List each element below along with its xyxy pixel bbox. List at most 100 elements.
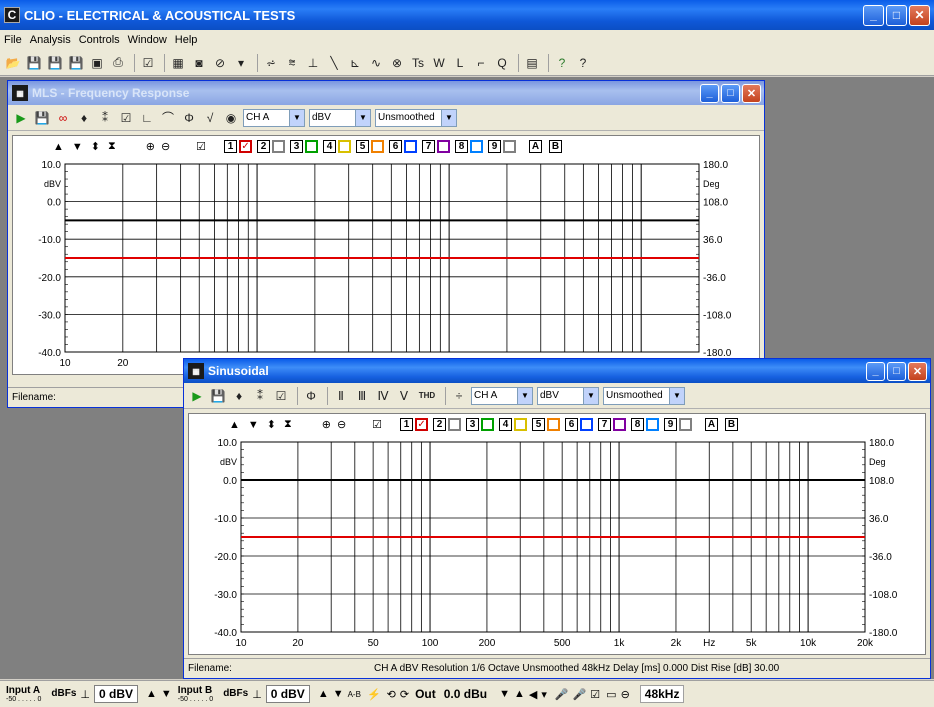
- sin-expand-icon[interactable]: ⬍: [267, 418, 276, 431]
- mls-overlay-checkbox[interactable]: [371, 140, 385, 153]
- sin-zoom-out-icon[interactable]: ⊖: [337, 418, 346, 431]
- sin-unit-select[interactable]: dBV ▼: [537, 386, 599, 405]
- config-icon[interactable]: ☑: [590, 688, 600, 701]
- mls-settings-icon[interactable]: ☑: [117, 109, 135, 127]
- mls-overlay-checkbox[interactable]: ✓: [239, 140, 253, 153]
- mls-titlebar[interactable]: ▦ MLS - Frequency Response _ □ ✕: [8, 81, 764, 105]
- sin-overlay-1[interactable]: 1 ✓: [400, 418, 429, 431]
- loop-b-icon[interactable]: ⟳: [400, 688, 409, 701]
- mls-down-arrow-icon[interactable]: ▼: [72, 141, 83, 153]
- device-icon[interactable]: ▭: [606, 688, 616, 701]
- input-b-down-icon[interactable]: ▼: [333, 688, 344, 700]
- sin-overlay-2[interactable]: 2: [433, 418, 462, 431]
- mls-overlay-checkbox[interactable]: [470, 140, 484, 153]
- context-help-icon[interactable]: ?: [574, 54, 592, 72]
- help-icon[interactable]: ?: [553, 54, 571, 72]
- mls-main-checkbox[interactable]: ☑: [196, 140, 206, 153]
- mls-compress-icon[interactable]: ⧗: [108, 140, 116, 153]
- sinusoidal-icon[interactable]: ⊥: [304, 54, 322, 72]
- input-b-autorange-icon[interactable]: ⊥: [252, 688, 262, 701]
- mls-overlay-6[interactable]: 6: [389, 140, 418, 153]
- mls-overlay-9[interactable]: 9: [488, 140, 517, 153]
- mls-minimize-button[interactable]: _: [700, 83, 719, 103]
- mls-up-arrow-icon[interactable]: ▲: [53, 141, 64, 153]
- mls-process-icon[interactable]: ⁑: [96, 109, 114, 127]
- sweep-icon[interactable]: ⌐: [472, 54, 490, 72]
- mls-overlay-3[interactable]: 3: [290, 140, 319, 153]
- mls-overlay-checkbox[interactable]: [305, 140, 319, 153]
- settings-icon[interactable]: ☑: [139, 54, 157, 72]
- mls-loop-icon[interactable]: ∞: [54, 109, 72, 127]
- open-icon[interactable]: 📂: [4, 54, 22, 72]
- mls-save-icon[interactable]: 💾: [33, 109, 51, 127]
- sin-overlay-checkbox[interactable]: [580, 418, 594, 431]
- sinusoidal-maximize-button[interactable]: □: [887, 361, 906, 381]
- save-icon[interactable]: 💾: [25, 54, 43, 72]
- sample-rate[interactable]: 48kHz: [639, 685, 685, 703]
- a-minus-b-button[interactable]: A-B: [348, 690, 361, 699]
- waterfall-icon[interactable]: ╲: [325, 54, 343, 72]
- leq-icon[interactable]: L: [451, 54, 469, 72]
- maximize-button[interactable]: □: [886, 4, 907, 26]
- sin-overlay-5[interactable]: 5: [532, 418, 561, 431]
- menu-analysis[interactable]: Analysis: [30, 34, 71, 46]
- mls-overlay-8[interactable]: 8: [455, 140, 484, 153]
- mls-channel-select[interactable]: CH A ▼: [243, 108, 305, 127]
- sin-main-checkbox[interactable]: ☑: [372, 418, 382, 431]
- sin-overlay-checkbox[interactable]: ✓: [415, 418, 429, 431]
- mls-unit-select[interactable]: dBV ▼: [309, 108, 371, 127]
- app-titlebar[interactable]: C CLIO - ELECTRICAL & ACOUSTICAL TESTS _…: [0, 0, 934, 30]
- mls-zoom-in-icon[interactable]: ⊕: [146, 140, 155, 153]
- fft-icon[interactable]: ⩫: [262, 54, 280, 72]
- hardware-icon[interactable]: ⊖: [621, 688, 630, 701]
- sin-play-icon[interactable]: ▶: [188, 387, 206, 405]
- wave-icon[interactable]: ∿: [367, 54, 385, 72]
- sin-overlay-checkbox[interactable]: [646, 418, 660, 431]
- sin-overlay-checkbox[interactable]: [448, 418, 462, 431]
- sin-overlay-checkbox[interactable]: [679, 418, 693, 431]
- sinusoidal-close-button[interactable]: ✕: [908, 361, 927, 381]
- sin-down-arrow-icon[interactable]: ▼: [248, 419, 259, 431]
- mls-impulse-icon[interactable]: ∟: [138, 109, 156, 127]
- sin-overlay-8[interactable]: 8: [631, 418, 660, 431]
- mls-freq-icon[interactable]: ⌒: [159, 109, 177, 127]
- mic-b-icon[interactable]: 🎤: [573, 688, 587, 701]
- mls-schroeder-icon[interactable]: √: [201, 109, 219, 127]
- sin-overlay-checkbox[interactable]: [613, 418, 627, 431]
- mls-overlay-checkbox[interactable]: [272, 140, 286, 153]
- mls-overlay-checkbox[interactable]: [404, 140, 418, 153]
- mls-marker-a[interactable]: A: [529, 140, 544, 153]
- mls-close-button[interactable]: ✕: [742, 83, 761, 103]
- mls-icon[interactable]: ⩬: [283, 54, 301, 72]
- ts-icon[interactable]: Ts: [409, 54, 427, 72]
- sin-overlay-checkbox[interactable]: [514, 418, 528, 431]
- sin-up-arrow-icon[interactable]: ▲: [229, 419, 240, 431]
- sin-compress-icon[interactable]: ⧗: [284, 418, 292, 431]
- mls-record-icon[interactable]: ◉: [222, 109, 240, 127]
- mic-a-icon[interactable]: 🎤: [555, 688, 569, 701]
- out-dropdown-icon[interactable]: ▾: [541, 688, 547, 701]
- sin-overlay-checkbox[interactable]: [547, 418, 561, 431]
- sin-zoom-in-icon[interactable]: ⊕: [322, 418, 331, 431]
- sin-overlay-6[interactable]: 6: [565, 418, 594, 431]
- sin-smoothing-select[interactable]: Unsmoothed ▼: [603, 386, 685, 405]
- menu-controls[interactable]: Controls: [79, 34, 120, 46]
- mls-overlay-2[interactable]: 2: [257, 140, 286, 153]
- mls-overlay-checkbox[interactable]: [503, 140, 517, 153]
- phantom-icon[interactable]: ⚡: [367, 688, 381, 701]
- generator-icon[interactable]: ⊘: [211, 54, 229, 72]
- input-a-up-icon[interactable]: ▲: [146, 688, 157, 700]
- polar-icon[interactable]: ⊗: [388, 54, 406, 72]
- multimeter-icon[interactable]: ▦: [169, 54, 187, 72]
- mls-overlay-checkbox[interactable]: [338, 140, 352, 153]
- sin-marker-a[interactable]: A: [705, 418, 720, 431]
- sin-phase-icon[interactable]: Φ: [302, 387, 320, 405]
- print-icon[interactable]: ⎙: [109, 54, 127, 72]
- scope-icon[interactable]: ◙: [190, 54, 208, 72]
- sin-h3-icon[interactable]: Ⅲ: [353, 387, 371, 405]
- sin-divide-icon[interactable]: ÷: [450, 387, 468, 405]
- mls-overlay-4[interactable]: 4: [323, 140, 352, 153]
- export-icon[interactable]: ▣: [88, 54, 106, 72]
- decay-icon[interactable]: ⊾: [346, 54, 364, 72]
- mls-phase-icon[interactable]: Φ: [180, 109, 198, 127]
